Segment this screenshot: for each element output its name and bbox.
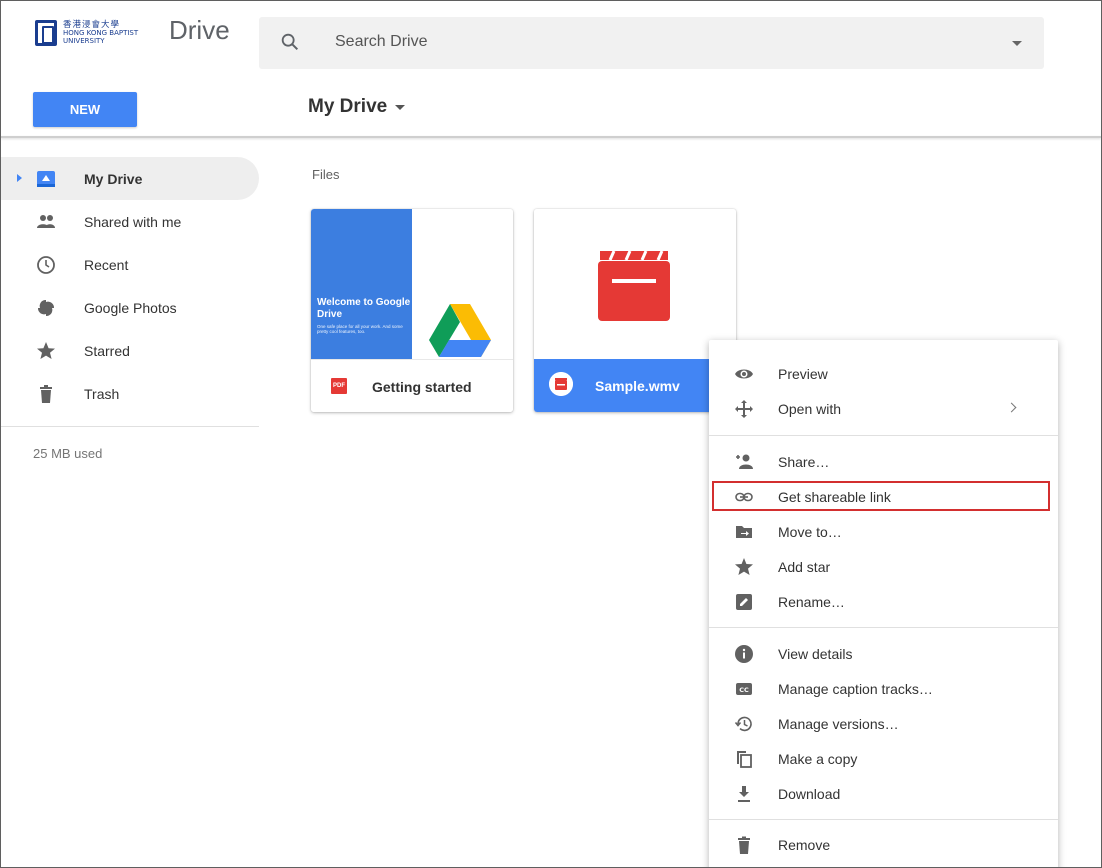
- file-name: Sample.wmv: [595, 378, 680, 394]
- search-icon[interactable]: [279, 31, 301, 53]
- sidebar-item-label: Recent: [84, 256, 129, 273]
- sidebar-item-label: My Drive: [84, 170, 143, 187]
- menu-item-label: Add star: [778, 558, 831, 575]
- expand-arrow-icon[interactable]: [17, 174, 22, 182]
- search-input[interactable]: Search Drive: [335, 33, 427, 51]
- sidebar-item-my-drive[interactable]: My Drive: [1, 157, 259, 200]
- search-bar[interactable]: Search Drive: [259, 17, 1044, 69]
- menu-item-label: Share…: [778, 453, 830, 470]
- menu-divider: [709, 819, 1058, 820]
- add-person-icon: [736, 454, 753, 469]
- section-label: Files: [312, 167, 340, 182]
- eye-icon: [735, 369, 753, 379]
- file-name: Getting started: [372, 379, 472, 395]
- menu-item-make-a-copy[interactable]: Make a copy: [709, 741, 1058, 776]
- sidebar-item-starred[interactable]: Starred: [1, 329, 259, 372]
- file-card-sample-wmv[interactable]: Sample.wmv: [534, 209, 736, 412]
- menu-item-label: Make a copy: [778, 750, 858, 767]
- app-name[interactable]: Drive: [169, 15, 230, 46]
- menu-item-label: Get shareable link: [778, 488, 891, 505]
- logo-chinese-text: 香港浸會大學: [63, 20, 121, 30]
- thumbnail-title: Welcome to Google Drive: [317, 297, 411, 320]
- thumbnail-text: One safe place for all your work. And so…: [317, 324, 403, 334]
- history-icon: [734, 716, 752, 732]
- menu-item-label: View details: [778, 645, 853, 662]
- file-card-getting-started[interactable]: Welcome to Google Drive One safe place f…: [311, 209, 513, 412]
- logo-english-text: HONG KONG BAPTIST UNIVERSITY: [63, 29, 139, 45]
- trash-icon: [40, 385, 52, 403]
- svg-text:CC: CC: [739, 686, 749, 694]
- link-icon: [735, 492, 753, 502]
- sidebar-item-label: Trash: [84, 385, 120, 402]
- sidebar-item-label: Starred: [84, 342, 130, 359]
- menu-item-move-to[interactable]: Move to…: [709, 514, 1058, 549]
- folder-move-icon: [736, 526, 752, 538]
- video-clapperboard-icon: [598, 250, 670, 321]
- menu-divider: [709, 627, 1058, 628]
- pinwheel-icon: [37, 299, 55, 317]
- menu-item-preview[interactable]: Preview: [709, 356, 1058, 391]
- move-arrows-icon: [735, 400, 753, 418]
- menu-item-manage-versions[interactable]: Manage versions…: [709, 706, 1058, 741]
- sidebar-item-recent[interactable]: Recent: [1, 243, 259, 286]
- location-title[interactable]: My Drive: [308, 96, 387, 118]
- sidebar-item-shared-with-me[interactable]: Shared with me: [1, 200, 259, 243]
- star-icon: [735, 558, 753, 575]
- sidebar-item-label: Google Photos: [84, 299, 177, 316]
- chevron-down-icon[interactable]: [395, 105, 405, 110]
- menu-item-label: Download: [778, 785, 841, 802]
- menu-item-view-details[interactable]: View details: [709, 636, 1058, 671]
- video-file-icon: [549, 372, 573, 396]
- chevron-right-icon: [1006, 402, 1017, 413]
- star-icon: [37, 342, 55, 359]
- download-icon: [738, 786, 750, 802]
- menu-item-label: Manage caption tracks…: [778, 680, 933, 697]
- menu-item-remove[interactable]: Remove: [709, 827, 1058, 862]
- sidebar: My Drive Shared with me Recent Google Ph…: [1, 157, 259, 415]
- people-icon: [37, 215, 55, 228]
- trash-icon: [738, 836, 750, 854]
- drive-window: 香港浸會大學 HONG KONG BAPTIST UNIVERSITY Driv…: [0, 0, 1102, 868]
- menu-item-manage-caption-tracks[interactable]: CC Manage caption tracks…: [709, 671, 1058, 706]
- menu-item-open-with[interactable]: Open with: [709, 391, 1058, 426]
- menu-item-label: Preview: [778, 365, 828, 382]
- sidebar-divider: [1, 426, 259, 427]
- menu-item-download[interactable]: Download: [709, 776, 1058, 811]
- top-bar: 香港浸會大學 HONG KONG BAPTIST UNIVERSITY Driv…: [1, 1, 1101, 79]
- search-options-dropdown-icon[interactable]: [1012, 41, 1022, 46]
- menu-item-label: Manage versions…: [778, 715, 899, 732]
- menu-item-rename[interactable]: Rename…: [709, 584, 1058, 619]
- sidebar-item-google-photos[interactable]: Google Photos: [1, 286, 259, 329]
- context-menu: Preview Open with Share… Get shareable l…: [709, 340, 1058, 867]
- my-drive-icon: [37, 171, 55, 187]
- menu-item-label: Rename…: [778, 593, 845, 610]
- university-logo[interactable]: 香港浸會大學 HONG KONG BAPTIST UNIVERSITY: [35, 17, 163, 49]
- new-button[interactable]: NEW: [33, 92, 137, 127]
- hkbu-logo-icon: [35, 20, 57, 46]
- info-icon: [735, 645, 753, 663]
- file-thumbnail: [534, 209, 736, 359]
- sidebar-item-label: Shared with me: [84, 213, 182, 230]
- menu-divider: [709, 435, 1058, 436]
- edit-icon: [736, 594, 752, 610]
- menu-item-label: Move to…: [778, 523, 842, 540]
- storage-usage[interactable]: 25 MB used: [33, 446, 102, 461]
- pdf-file-icon: PDF: [331, 378, 347, 394]
- menu-item-label: Open with: [778, 400, 842, 417]
- sidebar-item-trash[interactable]: Trash: [1, 372, 259, 415]
- google-drive-logo-icon: [429, 304, 491, 357]
- menu-item-add-star[interactable]: Add star: [709, 549, 1058, 584]
- cc-icon: CC: [736, 683, 752, 695]
- menu-item-label: Remove: [778, 836, 831, 853]
- menu-item-get-shareable-link[interactable]: Get shareable link: [709, 479, 1058, 514]
- file-thumbnail: Welcome to Google Drive One safe place f…: [311, 209, 513, 359]
- clock-icon: [37, 256, 55, 274]
- copy-icon: [737, 751, 752, 768]
- menu-item-share[interactable]: Share…: [709, 444, 1058, 479]
- header-divider: [1, 136, 1101, 138]
